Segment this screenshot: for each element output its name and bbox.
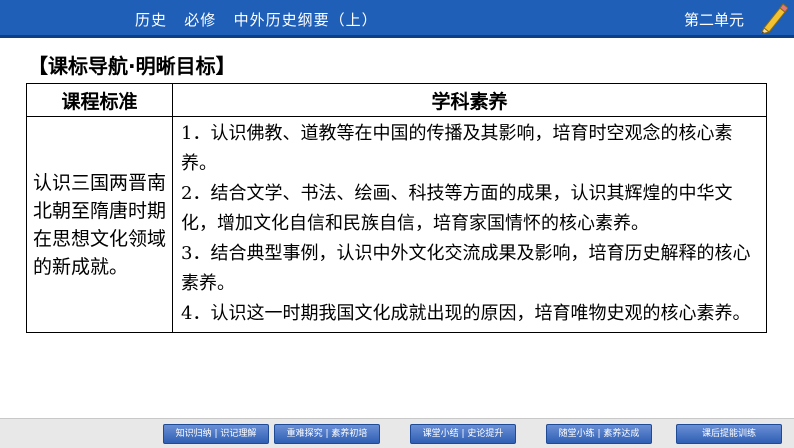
table-header-row: 课程标准 学科素养 [26,83,767,117]
nav-knowledge-summary-button[interactable]: 知识归纳 | 识记理解 [163,424,269,444]
pencil-icon [760,3,788,34]
table-row: 认识三国两晋南北朝至隋唐时期在思想文化领域的新成就。 1．认识佛教、道教等在中国… [26,116,767,333]
literacy-item-1: 1．认识佛教、道教等在中国的传播及其影响，培育时空观念的核心素养。 [181,123,733,174]
nav-key-difficulties-button[interactable]: 重难探究 | 素养初培 [274,424,380,444]
literacy-item-3: 3．结合典型事例，认识中外文化交流成果及影响，培育历史解释的核心素养。 [181,243,751,294]
literacy-item-4: 4．认识这一时期我国文化成就出现的原因，培育唯物史观的核心素养。 [181,303,751,324]
header-course-standard: 课程标准 [26,83,173,117]
header-subject-literacy: 学科素养 [172,83,767,117]
footer-nav-bar: 知识归纳 | 识记理解 重难探究 | 素养初培 课堂小结 | 史论提升 随堂小练… [0,418,794,448]
subject-literacy-cell: 1．认识佛教、道教等在中国的传播及其影响，培育时空观念的核心素养。 2．结合文学… [172,116,767,333]
nav-class-summary-button[interactable]: 课堂小结 | 史论提升 [410,424,516,444]
header-bar: 历史 必修 中外历史纲要（上） 第二单元 [0,0,794,38]
literacy-item-2: 2．结合文学、书法、绘画、科技等方面的成果，认识其辉煌的中华文化，增加文化自信和… [181,183,733,234]
unit-label: 第二单元 [684,11,745,29]
nav-practice-button[interactable]: 随堂小练 | 素养达成 [546,424,652,444]
section-title: 【课标导航·明晰目标】 [28,54,236,78]
nav-after-class-training-button[interactable]: 课后提能训练 [676,424,782,444]
course-title: 历史 必修 中外历史纲要（上） [135,11,378,29]
course-standard-cell: 认识三国两晋南北朝至隋唐时期在思想文化领域的新成就。 [26,116,173,333]
goals-table: 课程标准 学科素养 认识三国两晋南北朝至隋唐时期在思想文化领域的新成就。 1．认… [26,83,767,333]
